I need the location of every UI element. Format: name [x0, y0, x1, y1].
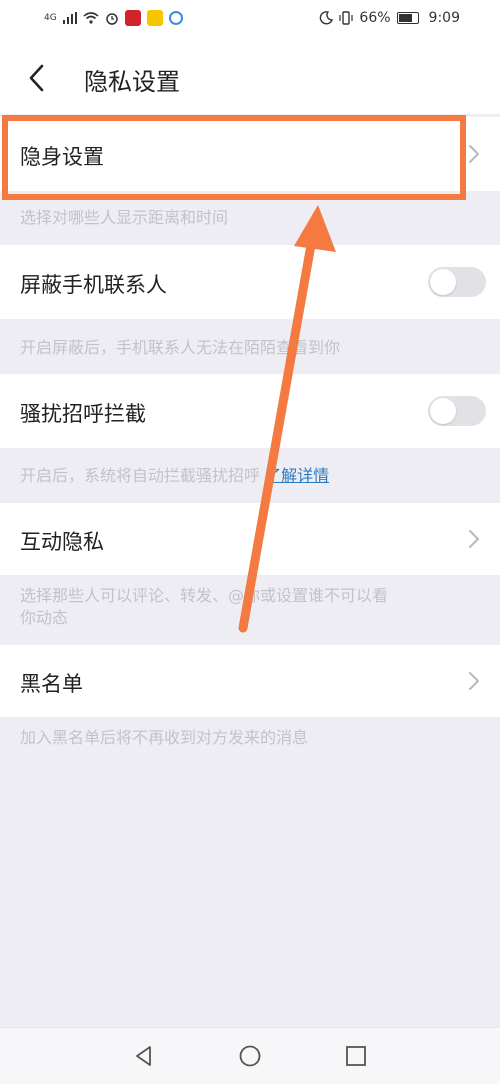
- setting-label: 黑名单: [20, 672, 83, 696]
- signal-icon: [62, 12, 77, 24]
- description-line: 你动态: [20, 608, 69, 627]
- description-line: 选择那些人可以评论、转发、@你或设置谁不可以看: [20, 586, 389, 605]
- nav-recents-icon[interactable]: [344, 1044, 368, 1068]
- battery-icon: [396, 12, 419, 24]
- harassment-block-toggle[interactable]: [428, 396, 486, 426]
- setting-row-block-contacts: 屏蔽手机联系人: [0, 245, 500, 319]
- setting-description: 加入黑名单后将不再收到对方发来的消息: [20, 728, 309, 747]
- app-header: 隐私设置: [0, 40, 500, 114]
- status-bar: 4G 66% 9:09: [0, 0, 500, 40]
- system-nav-bar: [0, 1027, 500, 1084]
- setting-description: 开启屏蔽后，手机联系人无法在陌陌查看到你: [20, 338, 341, 357]
- moon-icon: [320, 11, 334, 25]
- setting-row-blacklist[interactable]: 黑名单: [0, 645, 500, 717]
- nav-back-icon[interactable]: [132, 1044, 156, 1068]
- page-title: 隐私设置: [84, 68, 180, 96]
- alarm-icon: [105, 13, 118, 25]
- setting-description: 选择那些人可以评论、转发、@你或设置谁不可以看 你动态: [20, 585, 490, 629]
- chevron-right-icon: [469, 145, 479, 163]
- chevron-left-icon: [29, 64, 44, 92]
- learn-more-link[interactable]: 了解详情: [265, 466, 329, 485]
- block-contacts-toggle[interactable]: [428, 267, 486, 297]
- status-right: 66% 9:09: [319, 10, 460, 26]
- nav-home-icon[interactable]: [238, 1044, 262, 1068]
- setting-description: 选择对哪些人显示距离和时间: [20, 208, 229, 227]
- description-text: 开启后，系统将自动拦截骚扰招呼: [20, 466, 261, 485]
- toggle-knob: [430, 269, 456, 295]
- setting-label: 屏蔽手机联系人: [20, 273, 167, 297]
- back-button[interactable]: [22, 58, 54, 98]
- chevron-right-icon: [469, 672, 479, 690]
- clock: 9:09: [428, 10, 460, 26]
- vibrate-icon: [339, 11, 354, 25]
- wifi-icon: [83, 12, 99, 24]
- chevron-right-icon: [469, 530, 479, 548]
- network-type: 4G: [44, 13, 57, 23]
- toggle-knob: [430, 398, 456, 424]
- setting-label: 互动隐私: [20, 530, 104, 554]
- setting-row-harassment-block: 骚扰招呼拦截: [0, 374, 500, 448]
- status-left: 4G: [44, 10, 183, 26]
- setting-label: 骚扰招呼拦截: [20, 402, 146, 426]
- notification-app-icon: [146, 10, 163, 26]
- setting-row-interaction-privacy[interactable]: 互动隐私: [0, 503, 500, 575]
- setting-description: 开启后，系统将自动拦截骚扰招呼 了解详情: [20, 465, 490, 487]
- setting-row-stealth[interactable]: 隐身设置: [0, 117, 500, 191]
- battery-percent: 66%: [359, 10, 391, 26]
- setting-label: 隐身设置: [20, 145, 104, 169]
- notification-app-icon: [168, 11, 183, 25]
- notification-app-icon: [124, 10, 141, 26]
